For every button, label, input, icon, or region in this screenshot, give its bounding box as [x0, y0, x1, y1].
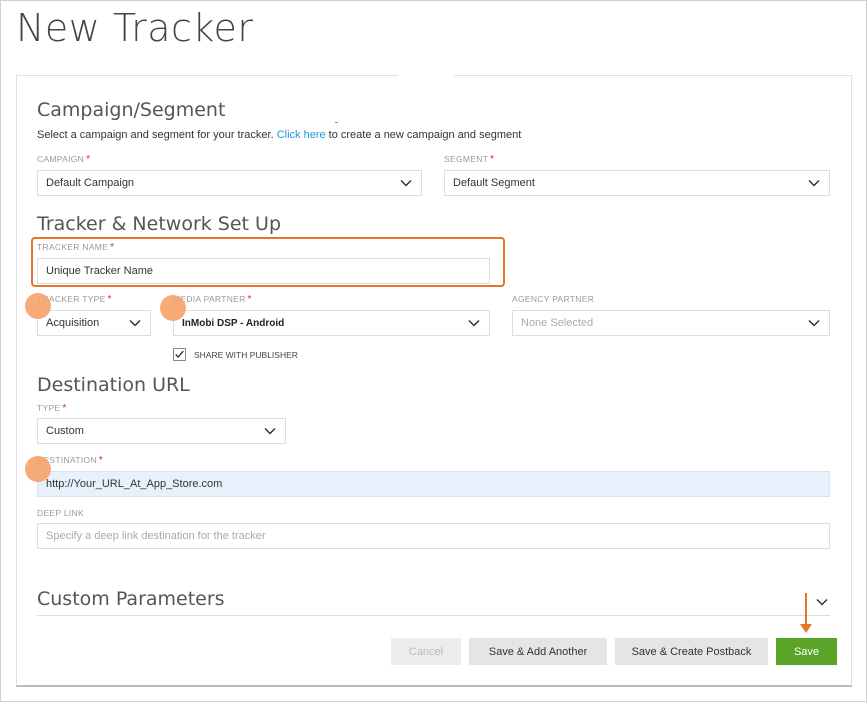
help-suffix: to create a new campaign and segment	[328, 129, 522, 141]
page-title: New Tracker	[16, 6, 254, 50]
media-partner-select[interactable]: InMobi DSP - Android	[173, 310, 490, 336]
save-create-postback-button[interactable]: Save & Create Postback	[615, 638, 768, 665]
highlight-dot	[160, 295, 186, 321]
checkmark-icon	[175, 350, 184, 359]
save-button[interactable]: Save	[776, 638, 837, 665]
chevron-down-icon	[808, 319, 820, 327]
destination-section-title: Destination URL	[37, 374, 190, 396]
share-with-publisher-checkbox[interactable]	[173, 348, 186, 361]
chevron-down-icon[interactable]	[816, 596, 828, 608]
arrow-head	[800, 624, 812, 633]
chevron-down-icon	[264, 427, 276, 435]
panel-gap	[398, 72, 454, 78]
custom-parameters-title[interactable]: Custom Parameters	[37, 588, 225, 610]
help-prefix: Select a campaign and segment for your t…	[37, 129, 274, 141]
segment-label: SEGMENT *	[444, 154, 494, 165]
campaign-select-value: Default Campaign	[46, 177, 135, 189]
campaign-section-title: Campaign/Segment	[37, 99, 226, 121]
chevron-down-icon	[468, 319, 480, 327]
type-label-text: TYPE	[37, 403, 61, 413]
share-with-publisher-label: SHARE WITH PUBLISHER	[194, 350, 298, 360]
required-mark: *	[490, 154, 495, 165]
create-campaign-link[interactable]: Click here	[277, 129, 326, 141]
decor-tick	[335, 122, 338, 123]
campaign-help-text: Select a campaign and segment for your t…	[37, 129, 521, 141]
agency-partner-placeholder: None Selected	[521, 317, 594, 329]
destination-input[interactable]: http://Your_URL_At_App_Store.com	[37, 471, 830, 497]
campaign-select[interactable]: Default Campaign	[37, 170, 422, 196]
destination-type-value: Custom	[46, 425, 84, 437]
deep-link-label: DEEP LINK	[37, 508, 84, 518]
required-mark: *	[62, 403, 67, 414]
tracker-name-value: Unique Tracker Name	[46, 265, 153, 277]
required-mark: *	[247, 294, 252, 305]
required-mark: *	[86, 154, 91, 165]
save-add-another-button[interactable]: Save & Add Another	[469, 638, 607, 665]
media-partner-value: InMobi DSP - Android	[182, 317, 285, 329]
segment-select-value: Default Segment	[453, 177, 535, 189]
tracker-name-label-text: TRACKER NAME	[37, 242, 109, 252]
campaign-label: CAMPAIGN *	[37, 154, 90, 165]
tracker-section-title: Tracker & Network Set Up	[37, 213, 282, 235]
required-mark: *	[110, 242, 115, 253]
required-mark: *	[107, 294, 112, 305]
type-label: TYPE *	[37, 403, 67, 414]
destination-type-select[interactable]: Custom	[37, 418, 286, 444]
deep-link-input[interactable]: Specify a deep link destination for the …	[37, 523, 830, 549]
section-divider	[37, 615, 830, 616]
chevron-down-icon	[129, 319, 141, 327]
tracker-name-label: TRACKER NAME *	[37, 242, 114, 253]
cancel-button[interactable]: Cancel	[391, 638, 461, 665]
tracker-name-input[interactable]: Unique Tracker Name	[37, 258, 490, 284]
segment-select[interactable]: Default Segment	[444, 170, 830, 196]
chevron-down-icon	[400, 179, 412, 187]
deep-link-placeholder: Specify a deep link destination for the …	[46, 530, 266, 542]
destination-value: http://Your_URL_At_App_Store.com	[46, 478, 223, 490]
required-mark: *	[98, 455, 104, 466]
highlight-dot	[25, 456, 51, 482]
campaign-label-text: CAMPAIGN	[37, 154, 85, 164]
segment-label-text: SEGMENT	[444, 154, 489, 164]
tracker-type-select[interactable]: Acquisition	[37, 310, 151, 336]
highlight-dot	[25, 293, 51, 319]
agency-partner-select[interactable]: None Selected	[512, 310, 830, 336]
tracker-type-value: Acquisition	[46, 317, 100, 329]
chevron-down-icon	[808, 179, 820, 187]
agency-partner-label: AGENCY PARTNER	[512, 294, 595, 304]
